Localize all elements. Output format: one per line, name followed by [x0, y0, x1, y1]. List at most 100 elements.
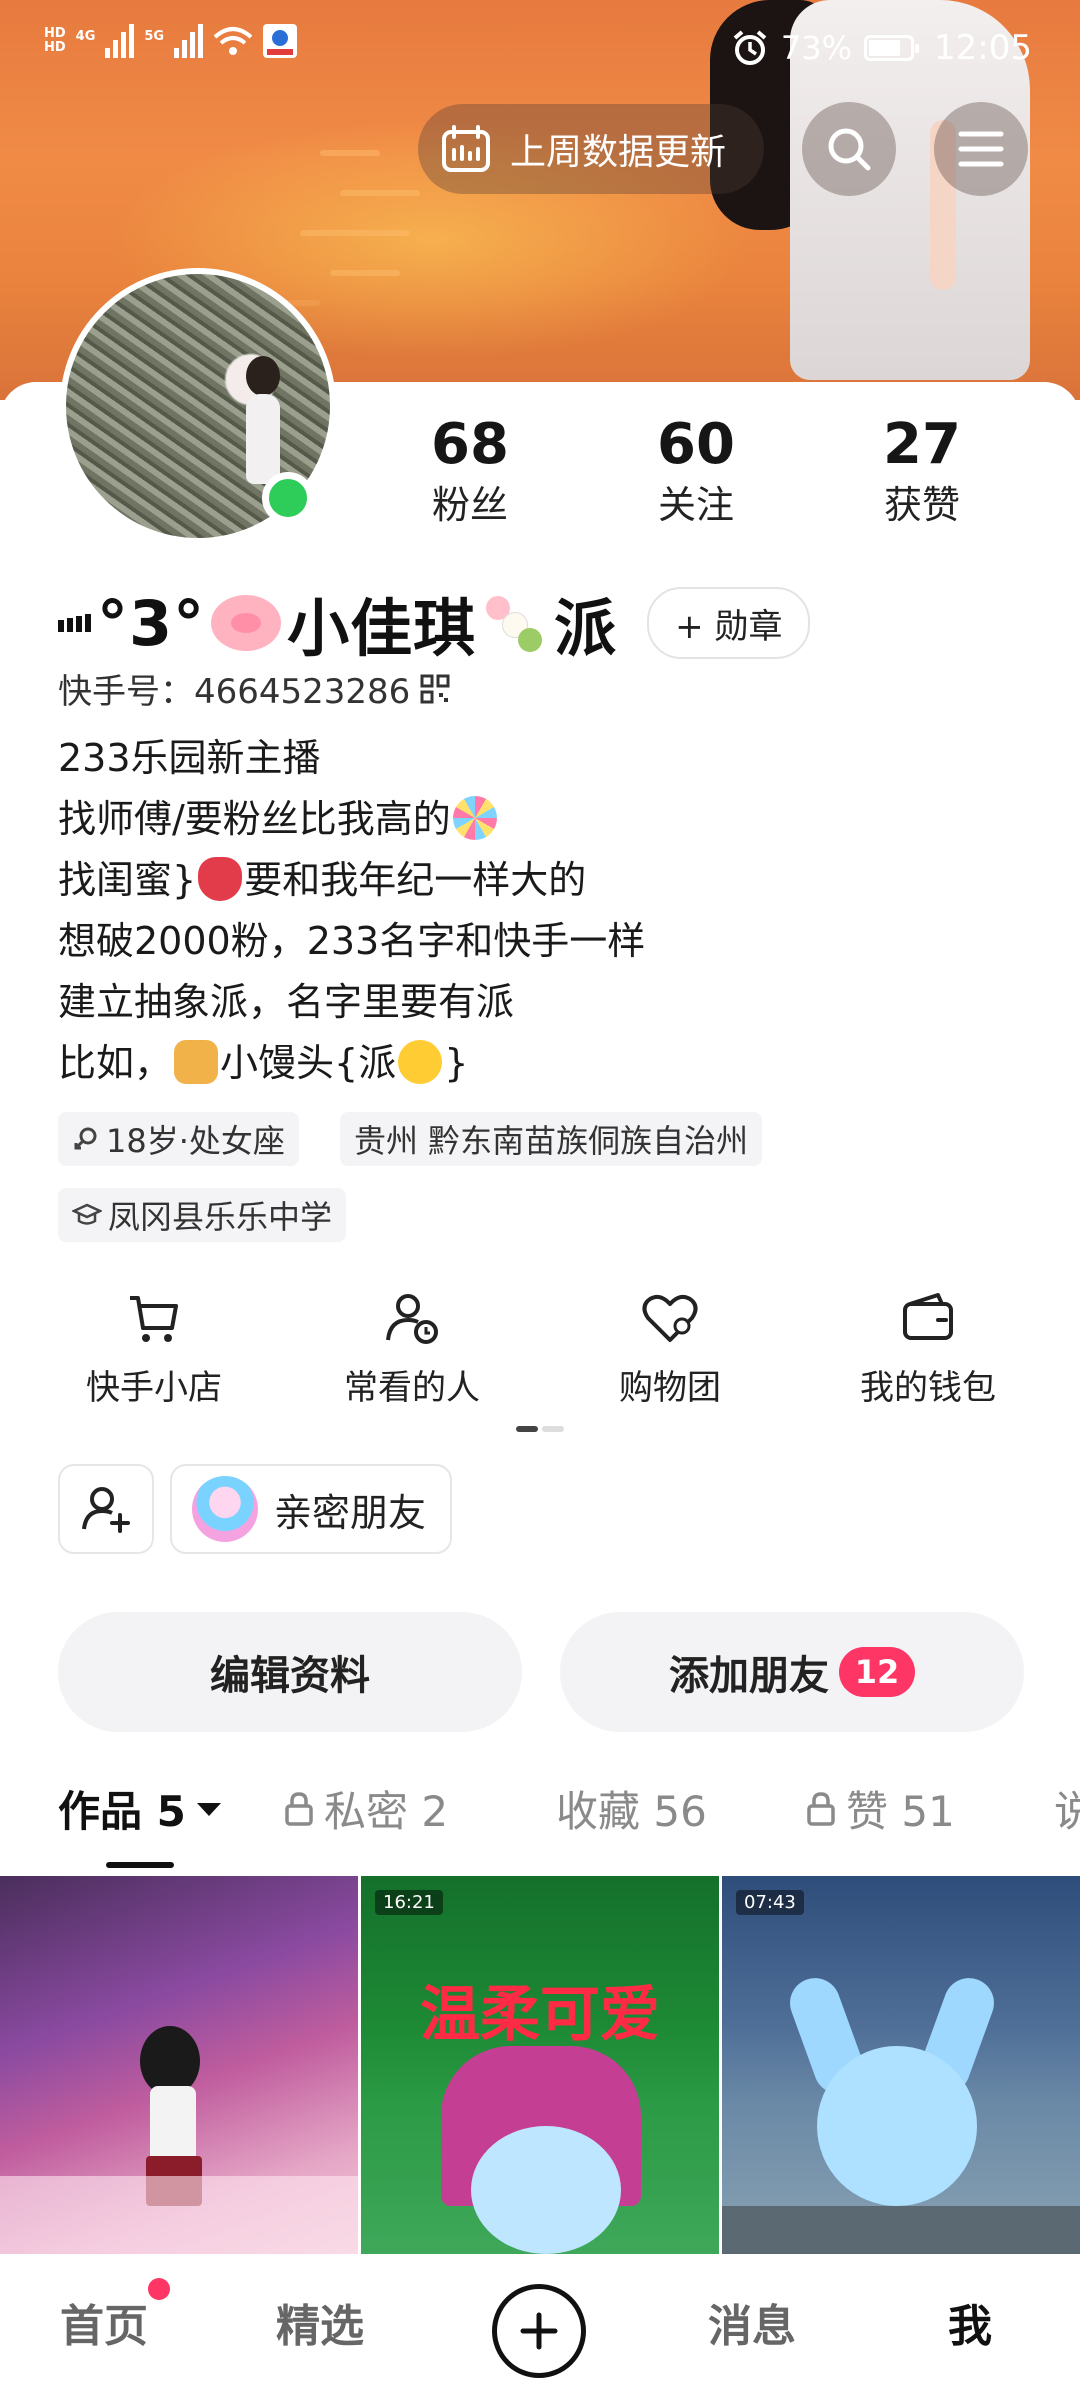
close-friends-button[interactable]: 亲密朋友 — [170, 1464, 453, 1554]
name-prefix: °3° — [97, 586, 206, 660]
hd-label-2: HD — [44, 40, 66, 55]
tag-location: 贵州 黔东南苗族侗族自治州 — [340, 1112, 763, 1166]
edit-profile-label: 编辑资料 — [210, 1653, 370, 1699]
signal-icon-2 — [174, 24, 204, 58]
online-status-dot — [262, 472, 314, 524]
page-indicator — [516, 1426, 564, 1432]
stat-likes-label: 获赞 — [883, 483, 960, 527]
bio-line-text: 比如， — [58, 1041, 173, 1085]
cover-ripple — [330, 270, 400, 276]
video-thumbnail[interactable]: 16:21 温柔可爱 — [361, 1876, 719, 2254]
nav-home-label: 首页 — [60, 2301, 148, 2352]
bio-line: 比如， 小馒头{派} — [58, 1033, 645, 1094]
bio-line-text: } — [444, 1041, 469, 1085]
status-left: HD HD 4G 5G — [44, 24, 298, 58]
video-grid: 16:21 温柔可爱 07:43 — [0, 1876, 1080, 2254]
tag-school-label: 凤冈县乐乐中学 — [108, 1198, 333, 1236]
shortcut-shopping-group[interactable]: 购物团 — [540, 1290, 800, 1409]
tab-likes-label: 赞 51 — [846, 1787, 955, 1836]
shortcut-kuaishou-store[interactable]: 快手小店 — [24, 1290, 284, 1409]
shortcut-label: 我的钱包 — [860, 1368, 996, 1408]
tag-age-zodiac: 18岁·处女座 — [58, 1112, 299, 1166]
add-friend-icon-button[interactable] — [58, 1464, 154, 1554]
sweat-smile-emoji — [398, 1040, 443, 1084]
heart-group-icon — [642, 1294, 698, 1342]
wallet-icon — [903, 1293, 953, 1340]
last-week-data-button[interactable]: 上周数据更新 — [418, 104, 764, 194]
qr-code-icon[interactable] — [420, 674, 450, 704]
bio-line: 找师傅/要粉丝比我高的 — [58, 789, 645, 850]
kuaishou-id: 快手号：4664523286 — [58, 672, 411, 712]
nav-home[interactable]: 首页 — [60, 2290, 148, 2354]
lock-icon — [285, 1791, 313, 1826]
nav-featured-label: 精选 — [276, 2301, 364, 2352]
battery-percent: 73% — [780, 29, 853, 67]
video-overlay-text: 温柔可爱 — [420, 1980, 660, 2050]
nav-me[interactable]: 我 — [948, 2290, 992, 2354]
last-week-data-label: 上周数据更新 — [510, 132, 727, 173]
app-notification-icon — [263, 24, 298, 58]
bottom-nav: 首页 精选 消息 我 — [0, 2254, 1080, 2400]
nav-messages[interactable]: 消息 — [708, 2290, 796, 2354]
plus-icon — [520, 2312, 558, 2350]
shortcut-label: 快手小店 — [86, 1368, 222, 1408]
stat-likes[interactable]: 27 获赞 — [832, 410, 1012, 530]
stat-followers-value: 68 — [431, 412, 509, 477]
create-button[interactable] — [492, 2284, 586, 2378]
bio-line: 233乐园新主播 — [58, 736, 321, 780]
tab-private[interactable]: 私密 2 — [284, 1778, 448, 1839]
cover-ripple — [320, 150, 380, 156]
bio-line-text: 小馒头{派 — [220, 1041, 397, 1085]
video-duration: 07:43 — [736, 1890, 804, 1915]
add-medal-button[interactable]: + 勋章 — [647, 587, 811, 659]
video-thumbnail[interactable]: 07:43 — [722, 1876, 1080, 2254]
tab-likes[interactable]: 赞 51 — [806, 1778, 955, 1839]
status-right: 73% 12:05 — [731, 28, 1032, 68]
lock-icon — [807, 1791, 835, 1826]
name-suffix: 派 — [554, 592, 618, 665]
triangle-down-icon — [196, 1802, 221, 1816]
tab-works[interactable]: 作品 5 — [58, 1778, 222, 1839]
hamburger-menu-icon — [958, 131, 1004, 167]
video-thumbnail[interactable] — [0, 1876, 358, 2254]
nav-featured[interactable]: 精选 — [276, 2290, 364, 2354]
dango-emoji — [480, 588, 550, 658]
tab-favorites[interactable]: 收藏 56 — [556, 1778, 707, 1839]
stat-likes-value: 27 — [883, 412, 961, 477]
shortcut-wallet[interactable]: 我的钱包 — [798, 1290, 1058, 1409]
shortcut-label: 常看的人 — [344, 1368, 480, 1408]
pig-nose-emoji — [211, 595, 282, 651]
cover-ripple — [340, 190, 420, 196]
pancake-emoji — [174, 1040, 219, 1084]
battery-icon — [864, 35, 920, 61]
add-medal-label: + 勋章 — [675, 606, 783, 647]
bio-line: 想破2000粉，233名字和快手一样 — [58, 919, 646, 963]
search-button[interactable] — [802, 102, 896, 196]
shortcut-frequent-people[interactable]: 常看的人 — [282, 1290, 542, 1409]
add-friends-button[interactable]: 添加朋友 12 — [560, 1612, 1024, 1732]
menu-button[interactable] — [934, 102, 1028, 196]
avatar-figure-body — [246, 394, 280, 484]
kuaishou-id-row[interactable]: 快手号：4664523286 — [58, 664, 450, 713]
network-gen-1: 4G — [75, 29, 96, 44]
alarm-icon — [733, 30, 767, 65]
tab-more[interactable]: 说 — [1054, 1778, 1080, 1839]
status-bar: HD HD 4G 5G 73% 12:05 — [0, 20, 1080, 80]
tab-private-label: 私密 2 — [324, 1787, 449, 1836]
thumbnail-floor — [0, 2176, 358, 2254]
network-gen-2: 5G — [144, 29, 165, 44]
edit-profile-button[interactable]: 编辑资料 — [58, 1612, 522, 1732]
stat-following-value: 60 — [657, 412, 735, 477]
hd-labels: HD HD — [44, 27, 66, 55]
stat-following[interactable]: 60 关注 — [606, 410, 786, 530]
tag-age-label: 18岁·处女座 — [106, 1122, 285, 1160]
content-tabs: 作品 5 私密 2 收藏 56 赞 51 说 — [0, 1778, 1080, 1858]
signal-icon-1 — [105, 24, 135, 58]
strawberry-emoji — [198, 857, 243, 901]
stat-followers[interactable]: 68 粉丝 — [380, 410, 560, 530]
nav-messages-label: 消息 — [708, 2301, 796, 2352]
thumbnail-character — [471, 2126, 621, 2254]
cart-icon — [130, 1296, 178, 1342]
person-clock-icon — [386, 1294, 438, 1344]
graduation-cap-icon — [72, 1203, 102, 1225]
